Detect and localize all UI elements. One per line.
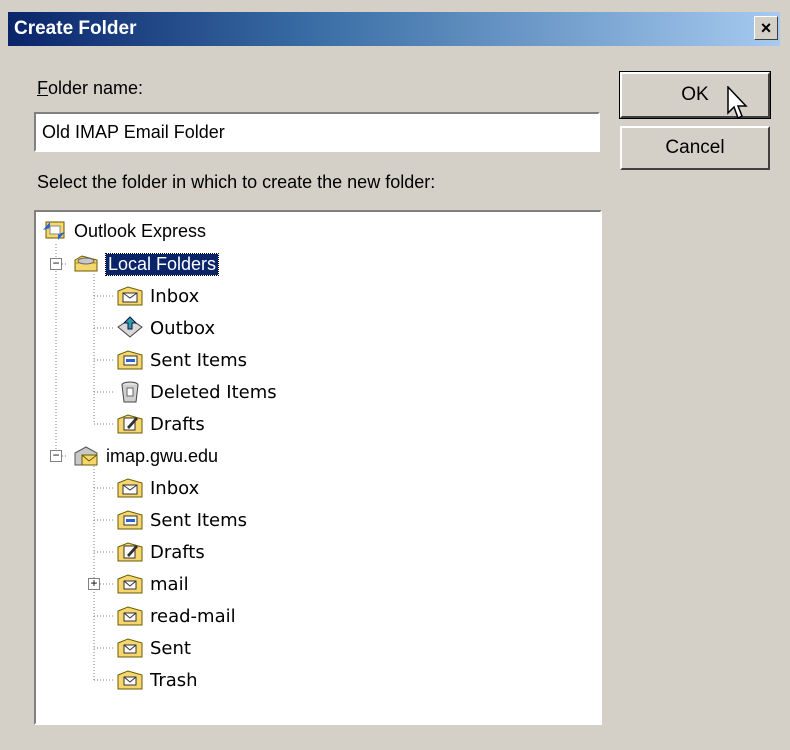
tree-node-label: Sent Items [150,509,248,531]
tree-node-imap-trash[interactable]: Trash [116,665,198,695]
close-icon: × [760,18,772,38]
tree-node-label: imap.gwu.edu [106,445,219,466]
create-folder-dialog: Create Folder × Folder name: Select the … [0,0,790,750]
tree-node-local-folders[interactable]: Local Folders [72,249,220,279]
tree-node-imap-read-mail[interactable]: read-mail [116,601,236,631]
tree-node-label: Sent [150,637,191,659]
folder-icon [117,670,143,690]
tree-node-imap-drafts[interactable]: Drafts [116,537,205,567]
title-bar: Create Folder × [8,12,780,46]
tree-node-local-inbox[interactable]: Inbox [116,281,199,311]
drafts-icon [117,414,143,434]
tree-node-label: mail [150,573,189,595]
sent-items-icon [117,510,143,530]
tree-node-imap-sent-items[interactable]: Sent Items [116,505,247,535]
tree-node-label: Drafts [150,541,205,563]
folder-name-label: Folder name: [37,78,143,99]
folder-icon [117,638,143,658]
local-folders-icon [74,255,98,272]
tree-node-label: Outlook Express [74,220,207,241]
inbox-icon [117,478,143,498]
tree-node-imap-mail[interactable]: mail [116,569,189,599]
tree-node-label: Local Folders [104,252,220,276]
outbox-icon [117,316,143,338]
tree-node-imap-sent[interactable]: Sent [116,633,191,663]
tree-node-imap-inbox[interactable]: Inbox [116,473,199,503]
tree-node-label: Drafts [150,413,205,435]
collapse-icon[interactable]: − [50,449,62,462]
collapse-icon[interactable]: − [50,257,62,270]
tree-node-imap-server[interactable]: imap.gwu.edu [72,441,218,471]
folder-icon [117,606,143,626]
drafts-icon [117,542,143,562]
inbox-icon [117,286,143,306]
dialog-title: Create Folder [14,18,137,39]
tree-node-local-outbox[interactable]: Outbox [116,313,215,343]
select-folder-label: Select the folder in which to create the… [37,172,436,192]
folder-name-input[interactable] [34,112,600,152]
mouse-cursor-icon [727,86,748,120]
tree-node-outlook-express[interactable]: Outlook Express [40,216,206,246]
outlook-express-icon [43,221,65,240]
folder-name-label-text: older name: [48,78,144,98]
sent-items-icon [117,350,143,370]
tree-node-label: Inbox [150,477,200,499]
tree-node-label: read-mail [150,605,236,627]
tree-node-local-sent-items[interactable]: Sent Items [116,345,247,375]
tree-node-local-drafts[interactable]: Drafts [116,409,205,439]
imap-server-icon [74,446,98,466]
tree-node-label: Deleted Items [150,381,277,403]
deleted-items-icon [121,381,139,403]
folder-icon [117,574,143,594]
tree-node-label: Outbox [150,317,216,339]
tree-node-label: Trash [150,669,198,691]
tree-node-label: Inbox [150,285,200,307]
cancel-button[interactable]: Cancel [620,126,770,170]
expand-icon[interactable]: + [88,577,100,590]
close-button[interactable]: × [754,16,778,40]
folder-tree[interactable]: Outlook Express − Local Folders Inbox Ou… [34,210,602,725]
folder-name-label-accelerator: F [37,78,48,98]
tree-node-label: Sent Items [150,349,248,371]
tree-node-local-deleted-items[interactable]: Deleted Items [116,377,277,407]
